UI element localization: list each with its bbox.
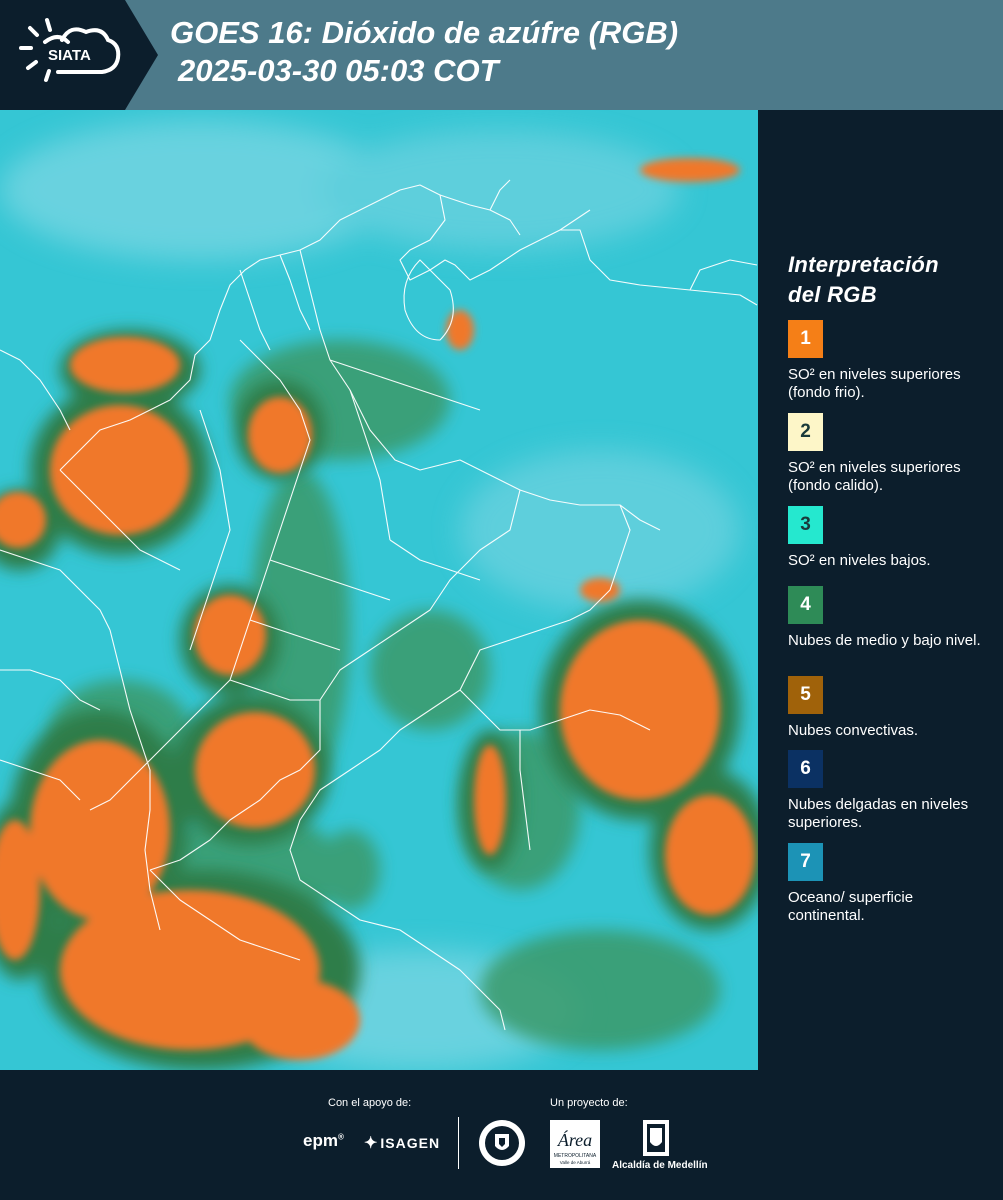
legend-item-7: 7 Oceano/ superficie continental. [788, 843, 988, 925]
legend-title-line2: del RGB [788, 282, 877, 307]
satellite-map[interactable] [0, 110, 759, 1070]
legend-label: SO² en niveles superiores (fondo calido)… [788, 459, 961, 494]
legend-label: SO² en niveles superiores (fondo frio). [788, 366, 961, 401]
legend-title: Interpretación del RGB [788, 250, 939, 310]
amva-logo-bot: Valle de Aburrá [560, 1160, 591, 1165]
legend-item-1: 1 SO² en niveles superiores (fondo frio). [788, 320, 988, 402]
header-bar: SIATA GOES 16: Dióxido de azúfre (RGB) 2… [0, 0, 1003, 110]
isagen-logo-text: ISAGEN [380, 1135, 441, 1151]
legend-panel: Interpretación del RGB 1 SO² en niveles s… [758, 110, 1003, 1070]
legend-swatch: 2 [788, 413, 823, 451]
alcaldia-logo[interactable]: Alcaldía de Medellín [612, 1118, 708, 1174]
amva-logo-mid: METROPOLITANA [554, 1153, 597, 1159]
alcaldia-label: Alcaldía de Medellín [612, 1160, 708, 1171]
epm-logo[interactable]: epm® [303, 1131, 344, 1151]
alcaldia-shield-icon [643, 1120, 669, 1156]
siata-logo-badge: SIATA [0, 0, 158, 110]
legend-item-4: 4 Nubes de medio y bajo nivel. [788, 586, 988, 650]
isagen-logo[interactable]: ✦ ISAGEN [364, 1133, 440, 1153]
support-label: Con el apoyo de: [328, 1097, 412, 1109]
amva-logo[interactable]: Área METROPOLITANA Valle de Aburrá [550, 1120, 600, 1168]
epm-logo-text: epm [303, 1131, 338, 1150]
legend-swatch: 1 [788, 320, 823, 358]
amva-logo-top: Área [557, 1129, 592, 1150]
legend-swatch: 5 [788, 676, 823, 714]
legend-label: Nubes delgadas en niveles superiores. [788, 796, 969, 831]
amva-logo-mark: Área METROPOLITANA Valle de Aburrá [550, 1120, 600, 1168]
title-line2: 2025-03-30 05:03 COT [178, 53, 499, 88]
legend-label: Nubes convectivas. [788, 722, 919, 739]
legend-label: SO² en niveles bajos. [788, 552, 931, 569]
legend-swatch: 4 [788, 586, 823, 624]
legend-swatch: 3 [788, 506, 823, 544]
title-line1: GOES 16: Dióxido de azúfre (RGB) [170, 15, 679, 50]
siata-logo-text: SIATA [48, 47, 91, 64]
legend-item-3: 3 SO² en niveles bajos. [788, 506, 988, 570]
legend-item-6: 6 Nubes delgadas en niveles superiores. [788, 750, 988, 832]
page-title: GOES 16: Dióxido de azúfre (RGB) 2025-03… [170, 14, 678, 90]
legend-swatch: 7 [788, 843, 823, 881]
legend-swatch: 6 [788, 750, 823, 788]
legend-label: Oceano/ superficie continental. [788, 889, 914, 924]
isagen-star-icon: ✦ [364, 1135, 379, 1152]
siata-logo[interactable]: SIATA [0, 0, 158, 110]
footer-divider [458, 1117, 459, 1169]
map-image [0, 110, 758, 1070]
legend-label: Nubes de medio y bajo nivel. [788, 632, 981, 649]
legend-title-line1: Interpretación [788, 252, 939, 277]
footer: Con el apoyo de: Un proyecto de: epm® ✦ I… [0, 1070, 1003, 1200]
legend-item-2: 2 SO² en niveles superiores (fondo calido… [788, 413, 988, 495]
legend-item-5: 5 Nubes convectivas. [788, 676, 988, 740]
medellin-seal-icon[interactable] [477, 1118, 527, 1168]
project-label: Un proyecto de: [550, 1097, 628, 1109]
